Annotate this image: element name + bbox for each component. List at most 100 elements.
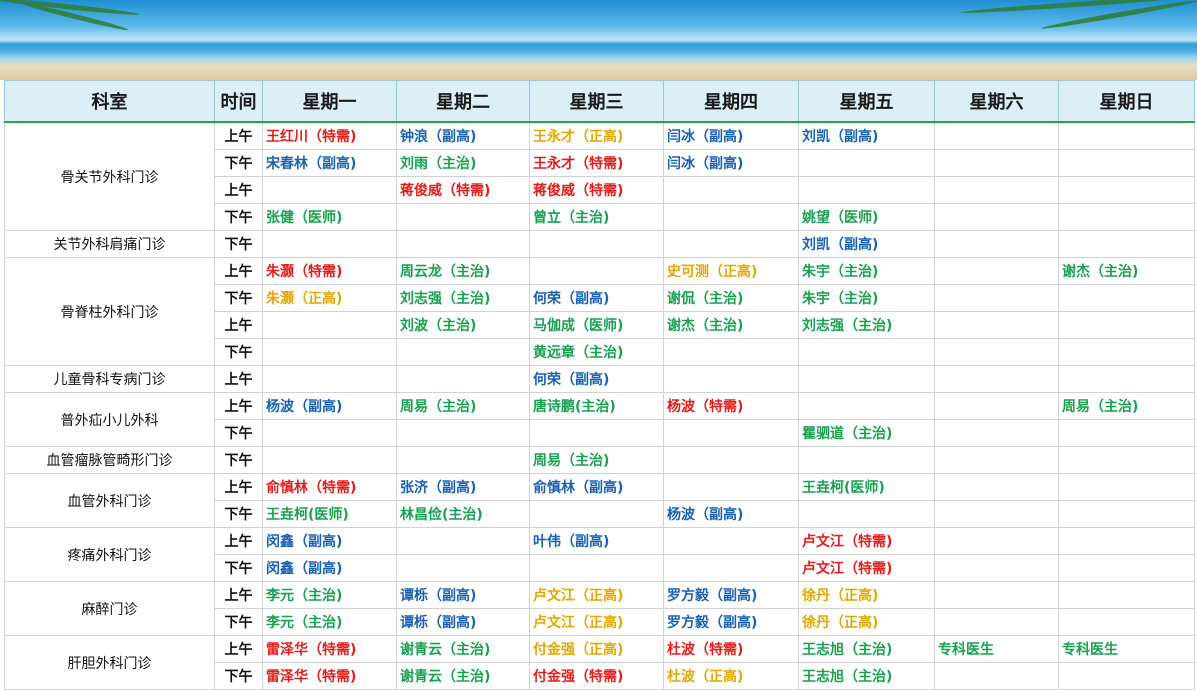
department-name: 麻醉门诊 bbox=[4, 581, 215, 636]
doctor-cell: 杨波（副高) bbox=[262, 392, 397, 420]
doctor-cell: 林昌俭(主治) bbox=[396, 500, 530, 528]
doctor-cell: 闫冰（副高) bbox=[663, 121, 799, 150]
doctor-cell: 李元（主治) bbox=[262, 581, 397, 609]
doctor-cell: 王垚柯(医师) bbox=[798, 473, 935, 501]
doctor-cell bbox=[663, 473, 799, 501]
doctor-cell: 卢文江（正高) bbox=[529, 581, 664, 609]
doctor-cell bbox=[1058, 149, 1195, 177]
doctor-cell: 蒋俊威（特需) bbox=[396, 176, 530, 204]
beach-banner bbox=[0, 0, 1197, 80]
doctor-cell bbox=[262, 338, 397, 366]
doctor-cell: 马伽成（医师) bbox=[529, 311, 664, 339]
doctor-cell bbox=[262, 419, 397, 447]
session-time: 上午 bbox=[214, 635, 263, 663]
doctor-cell bbox=[396, 365, 530, 393]
column-header: 星期四 bbox=[663, 80, 799, 123]
doctor-cell bbox=[798, 338, 935, 366]
doctor-cell bbox=[1058, 203, 1195, 231]
department-name: 普外疝小儿外科 bbox=[4, 392, 215, 447]
doctor-cell: 卢文江（特需) bbox=[798, 554, 935, 582]
doctor-cell: 周云龙（主治) bbox=[396, 257, 530, 285]
doctor-cell bbox=[934, 121, 1059, 150]
doctor-cell bbox=[798, 392, 935, 420]
doctor-cell: 朱灏（正高) bbox=[262, 284, 397, 312]
doctor-cell: 周易（主治) bbox=[396, 392, 530, 420]
doctor-cell: 王志旭（主治) bbox=[798, 635, 935, 663]
table-row: 关节外科肩痛门诊 下午 刘凯（副高) bbox=[4, 230, 1195, 258]
doctor-cell: 刘志强（主治) bbox=[396, 284, 530, 312]
column-header: 星期日 bbox=[1058, 80, 1195, 123]
table-row: 麻醉门诊 上午 李元（主治) 谭栎（副高) 卢文江（正高) 罗方毅（副高) 徐丹（正高) bbox=[4, 581, 1195, 636]
doctor-cell bbox=[934, 338, 1059, 366]
session-time: 上午 bbox=[214, 365, 263, 393]
doctor-cell bbox=[934, 554, 1059, 582]
column-header: 星期一 bbox=[262, 80, 397, 123]
doctor-cell: 蒋俊威（特需) bbox=[529, 176, 664, 204]
department-name: 血管瘤脉管畸形门诊 bbox=[4, 446, 215, 474]
doctor-cell: 刘凯（副高) bbox=[798, 230, 935, 258]
doctor-cell bbox=[1058, 662, 1195, 690]
doctor-cell: 谭栎（副高) bbox=[396, 608, 530, 636]
doctor-cell: 罗方毅（副高) bbox=[663, 581, 799, 609]
doctor-cell: 罗方毅（副高) bbox=[663, 608, 799, 636]
doctor-cell bbox=[396, 230, 530, 258]
doctor-cell: 瞿驷道（主治) bbox=[798, 419, 935, 447]
session-time: 下午 bbox=[214, 419, 263, 447]
doctor-cell: 付金强（正高) bbox=[529, 635, 664, 663]
doctor-cell bbox=[396, 527, 530, 555]
doctor-cell bbox=[934, 392, 1059, 420]
doctor-cell bbox=[798, 500, 935, 528]
doctor-cell: 张健（医师) bbox=[262, 203, 397, 231]
session-time: 上午 bbox=[214, 392, 263, 420]
department-name: 骨关节外科门诊 bbox=[4, 121, 215, 231]
doctor-cell: 卢文江（正高) bbox=[529, 608, 664, 636]
table-row: 疼痛外科门诊 上午 闵鑫（副高) 叶伟（副高) 卢文江（特需) bbox=[4, 527, 1195, 582]
doctor-cell bbox=[1058, 311, 1195, 339]
doctor-cell bbox=[934, 284, 1059, 312]
session-time: 下午 bbox=[214, 446, 263, 474]
doctor-cell bbox=[396, 446, 530, 474]
doctor-cell bbox=[663, 554, 799, 582]
doctor-cell bbox=[529, 230, 664, 258]
doctor-cell bbox=[663, 527, 799, 555]
doctor-cell: 杨波（特需) bbox=[663, 392, 799, 420]
doctor-cell: 谢青云（主治) bbox=[396, 635, 530, 663]
doctor-cell: 卢文江（特需) bbox=[798, 527, 935, 555]
header-row: 科室 时间 星期一 星期二 星期三 星期四 星期五 星期六 星期日 bbox=[4, 80, 1195, 123]
doctor-cell: 雷泽华（特需) bbox=[262, 635, 397, 663]
doctor-cell: 杜波（特需) bbox=[663, 635, 799, 663]
session-time: 上午 bbox=[214, 257, 263, 285]
doctor-cell bbox=[1058, 446, 1195, 474]
table-row: 普外疝小儿外科 上午 杨波（副高) 周易（主治) 唐诗鹏(主治) 杨波（特需) 周易（主治) bbox=[4, 392, 1195, 447]
table-row: 血管外科门诊 上午 俞慎林（特需) 张济（副高) 俞慎林（副高) 王垚柯(医师) bbox=[4, 473, 1195, 528]
doctor-cell bbox=[663, 419, 799, 447]
doctor-cell: 钟浪（副高) bbox=[396, 121, 530, 150]
doctor-cell: 张济（副高) bbox=[396, 473, 530, 501]
doctor-cell: 谭栎（副高) bbox=[396, 581, 530, 609]
column-header: 星期二 bbox=[396, 80, 530, 123]
doctor-cell bbox=[529, 554, 664, 582]
doctor-cell bbox=[262, 365, 397, 393]
doctor-cell: 谢杰（主治) bbox=[663, 311, 799, 339]
table-row: 血管瘤脉管畸形门诊 下午 周易（主治) bbox=[4, 446, 1195, 474]
column-header: 科室 bbox=[4, 80, 215, 123]
doctor-cell bbox=[934, 419, 1059, 447]
doctor-cell: 王永才（正高) bbox=[529, 121, 664, 150]
session-time: 下午 bbox=[214, 338, 263, 366]
session-time: 上午 bbox=[214, 527, 263, 555]
doctor-cell bbox=[798, 149, 935, 177]
doctor-cell bbox=[798, 365, 935, 393]
doctor-cell: 专科医生 bbox=[934, 635, 1059, 663]
doctor-cell: 俞慎林（特需) bbox=[262, 473, 397, 501]
doctor-cell: 闫冰（副高) bbox=[663, 149, 799, 177]
doctor-cell bbox=[529, 500, 664, 528]
doctor-cell bbox=[798, 446, 935, 474]
doctor-cell: 黄远章（主治) bbox=[529, 338, 664, 366]
doctor-cell bbox=[1058, 176, 1195, 204]
doctor-cell: 闵鑫（副高) bbox=[262, 554, 397, 582]
doctor-cell: 谢侃（主治) bbox=[663, 284, 799, 312]
doctor-cell bbox=[1058, 500, 1195, 528]
doctor-cell bbox=[663, 365, 799, 393]
doctor-cell: 专科医生 bbox=[1058, 635, 1195, 663]
doctor-cell bbox=[663, 446, 799, 474]
